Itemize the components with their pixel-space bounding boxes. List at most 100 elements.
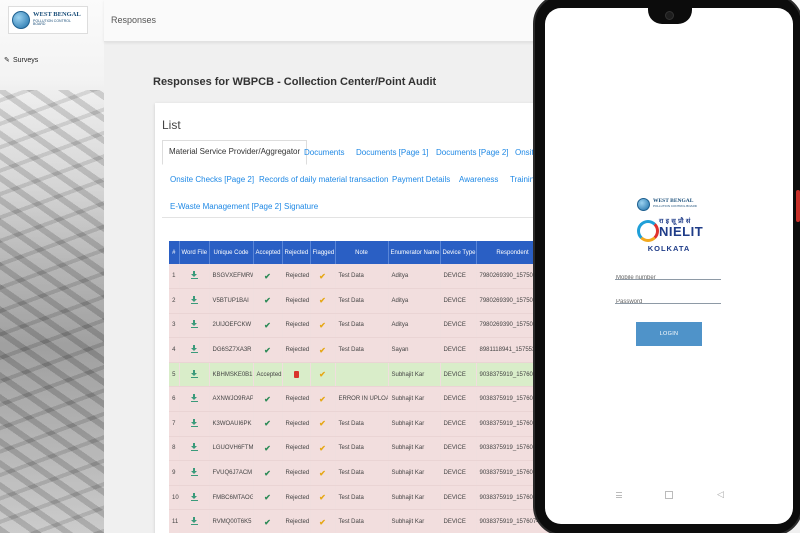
- download-icon[interactable]: [190, 418, 198, 427]
- flagged-cell[interactable]: ✔: [310, 362, 336, 388]
- column-header[interactable]: Note: [335, 241, 389, 264]
- accepted-cell[interactable]: Accepted: [253, 362, 283, 388]
- unique-code: V5BTUP1BAI: [209, 288, 254, 314]
- word-file-cell: [179, 386, 210, 413]
- table-row[interactable]: 6 AXNWJO9RAP ✔ Rejected ✔ ERROR IN UPLOADSubh…: [169, 386, 550, 413]
- accepted-cell[interactable]: ✔: [253, 436, 283, 462]
- column-header[interactable]: Enumerator Name: [388, 241, 441, 264]
- table-row[interactable]: 9 FVUQ6J7ACM ✔ Rejected ✔ Test Data Subhajit K…: [169, 460, 550, 486]
- login-button[interactable]: LOGIN: [636, 322, 702, 346]
- column-header[interactable]: Word File: [179, 241, 210, 264]
- tab-documents-page-1[interactable]: Documents [Page 1]: [356, 148, 428, 157]
- table-row[interactable]: 8 LGUOVH6FTM ✔ Rejected ✔ Test Data Subhajit K…: [169, 436, 550, 462]
- rejected-cell[interactable]: Rejected: [282, 264, 311, 290]
- column-header[interactable]: #: [169, 241, 180, 264]
- accepted-cell[interactable]: ✔: [253, 313, 283, 339]
- tab-awareness[interactable]: Awareness: [459, 175, 498, 184]
- flagged-cell[interactable]: ✔: [310, 386, 336, 413]
- tab-signature[interactable]: Signature: [284, 202, 318, 211]
- check-icon: ✔: [319, 271, 326, 281]
- flagged-cell[interactable]: ✔: [310, 264, 336, 290]
- rejected-cell[interactable]: Rejected: [282, 509, 311, 533]
- download-icon[interactable]: [190, 492, 198, 501]
- tab-documents[interactable]: Documents: [304, 148, 344, 157]
- rejected-cell[interactable]: Rejected: [282, 436, 311, 462]
- accepted-cell[interactable]: ✔: [253, 509, 283, 533]
- table-row[interactable]: 5 KBHMSKE0B1 Accepted ✔ Subhajit Kar DEVICE 90…: [169, 362, 550, 388]
- pencil-icon: ✎: [4, 56, 10, 64]
- accepted-cell[interactable]: ✔: [253, 337, 283, 363]
- sidebar-item-surveys[interactable]: ✎ Surveys: [4, 56, 38, 65]
- rejected-cell[interactable]: Rejected: [282, 460, 311, 486]
- password-field[interactable]: [615, 290, 721, 305]
- download-icon[interactable]: [190, 517, 198, 526]
- accepted-cell[interactable]: ✔: [253, 460, 283, 486]
- flagged-cell[interactable]: ✔: [310, 485, 336, 511]
- tab-payment-details[interactable]: Payment Details: [392, 175, 450, 184]
- recent-apps-icon[interactable]: [616, 492, 622, 498]
- flagged-cell[interactable]: ✔: [310, 288, 336, 314]
- flagged-cell[interactable]: ✔: [310, 337, 336, 363]
- mobile-number-field[interactable]: [615, 266, 721, 281]
- responses-table: # Word File Unique Code Accepted Rejecte…: [169, 241, 550, 533]
- table-row[interactable]: 2 V5BTUP1BAI ✔ Rejected ✔ Test Data Aditya DEVI…: [169, 288, 550, 314]
- accepted-cell[interactable]: ✔: [253, 386, 283, 413]
- word-file-cell: [179, 362, 210, 388]
- tab-onsite-checks-page-2[interactable]: Onsite Checks [Page 2]: [170, 175, 254, 184]
- download-icon[interactable]: [190, 345, 198, 354]
- column-header[interactable]: Device Type: [440, 241, 477, 264]
- table-row[interactable]: 3 2UIJOEFCKW ✔ Rejected ✔ Test Data Aditya DEVI…: [169, 313, 550, 339]
- download-icon[interactable]: [190, 369, 198, 378]
- download-icon[interactable]: [190, 295, 198, 304]
- wbpcb-logo[interactable]: WEST BENGAL POLLUTION CONTROL BOARD: [8, 6, 88, 34]
- flagged-cell[interactable]: ✔: [310, 436, 336, 462]
- table-row[interactable]: 4 DG6SZ7XA3R ✔ Rejected ✔ Test Data Sayan DEVIC…: [169, 337, 550, 363]
- table-row[interactable]: 11 RVMQ00T6K5 ✔ Rejected ✔ Test Data Subhajit …: [169, 509, 550, 533]
- download-icon[interactable]: [190, 443, 198, 452]
- tab-e-waste-management-page-2[interactable]: E-Waste Management [Page 2]: [170, 202, 281, 211]
- download-icon[interactable]: [190, 320, 198, 329]
- home-icon[interactable]: [665, 491, 673, 499]
- phone-side-button[interactable]: [796, 190, 800, 222]
- column-header[interactable]: Flagged: [310, 241, 336, 264]
- tab-material-service-provider[interactable]: Material Service Provider/Aggregator: [162, 140, 308, 165]
- back-icon[interactable]: ◁: [717, 490, 724, 499]
- column-header[interactable]: Unique Code: [209, 241, 254, 264]
- accepted-cell[interactable]: ✔: [253, 264, 283, 290]
- download-icon[interactable]: [190, 271, 198, 280]
- table-row[interactable]: 10 FMBC6MTAOG ✔ Rejected ✔ Test Data Subhajit …: [169, 485, 550, 511]
- table-row[interactable]: 1 BSGVXEFMRW ✔ Rejected ✔ Test Data Aditya DEVI…: [169, 264, 550, 290]
- row-number: 7: [169, 411, 180, 437]
- flagged-cell[interactable]: ✔: [310, 460, 336, 486]
- rejected-cell[interactable]: Rejected: [282, 485, 311, 511]
- accepted-cell[interactable]: ✔: [253, 288, 283, 314]
- tab-daily-material-records[interactable]: Records of daily material transaction: [259, 175, 388, 184]
- responses-table-wrapper[interactable]: # Word File Unique Code Accepted Rejecte…: [169, 241, 555, 533]
- rejected-cell[interactable]: Rejected: [282, 411, 311, 437]
- mobile-number-input[interactable]: [615, 275, 721, 281]
- column-header[interactable]: Rejected: [282, 241, 311, 264]
- tab-documents-page-2[interactable]: Documents [Page 2]: [436, 148, 508, 157]
- word-file-cell: [179, 509, 210, 533]
- flagged-cell[interactable]: ✔: [310, 509, 336, 533]
- accepted-cell[interactable]: ✔: [253, 485, 283, 511]
- rejected-cell[interactable]: Rejected: [282, 288, 311, 314]
- row-number: 4: [169, 337, 180, 363]
- rejected-cell[interactable]: Rejected: [282, 313, 311, 339]
- rejected-cell[interactable]: [282, 362, 311, 388]
- table-row[interactable]: 7 K3WOAUI6PK ✔ Rejected ✔ Test Data Subhajit K…: [169, 411, 550, 437]
- password-input[interactable]: [615, 299, 721, 305]
- accepted-cell[interactable]: ✔: [253, 411, 283, 437]
- flagged-cell[interactable]: ✔: [310, 313, 336, 339]
- column-header[interactable]: Accepted: [253, 241, 283, 264]
- flagged-cell[interactable]: ✔: [310, 411, 336, 437]
- download-icon[interactable]: [190, 394, 198, 403]
- note-cell: Test Data: [335, 288, 389, 314]
- android-nav-bar: ◁: [545, 488, 793, 508]
- note-cell: Test Data: [335, 436, 389, 462]
- rejected-cell[interactable]: Rejected: [282, 386, 311, 413]
- check-icon: ✔: [264, 517, 271, 527]
- rejected-cell[interactable]: Rejected: [282, 337, 311, 363]
- enumerator-name: Subhajit Kar: [388, 460, 441, 486]
- download-icon[interactable]: [190, 468, 198, 477]
